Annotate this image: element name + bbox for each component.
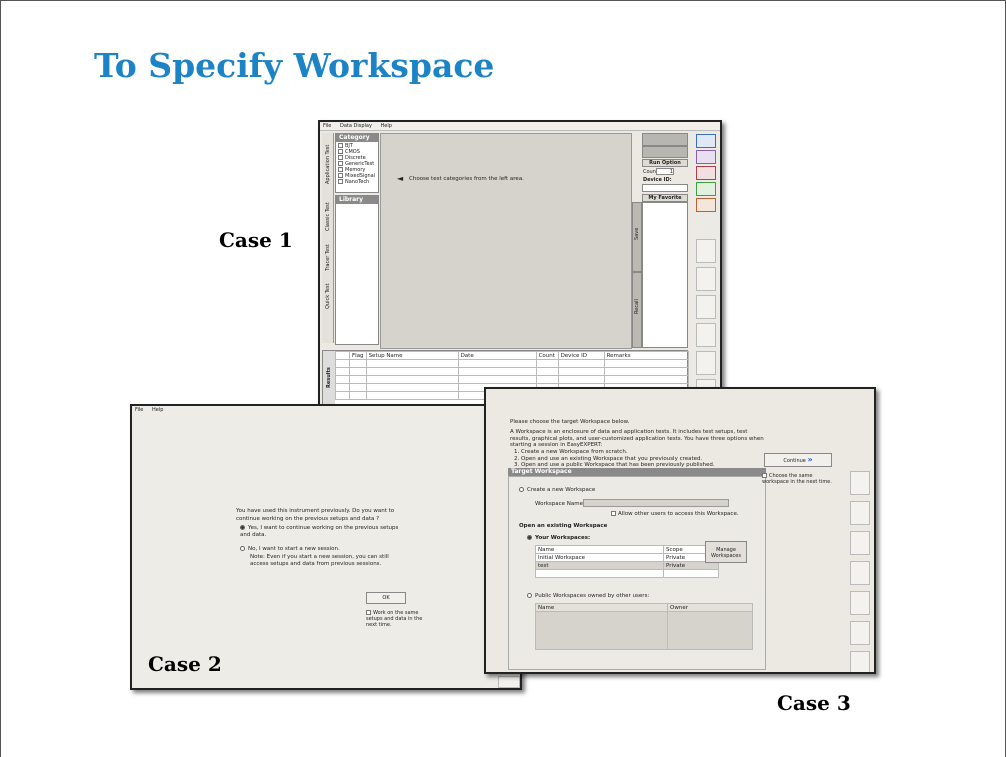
- tab-application-test[interactable]: Application Test: [325, 132, 331, 184]
- table-row[interactable]: test Private: [535, 561, 719, 570]
- remember-checkbox[interactable]: [366, 610, 371, 615]
- vertical-tab-strip: Application Test Classic Test Tracer Tes…: [322, 133, 334, 343]
- option-no[interactable]: No, I want to start a new session.: [240, 546, 410, 553]
- case2-label: Case 2: [148, 652, 222, 676]
- side-button-column: [850, 471, 874, 672]
- run-button[interactable]: [642, 133, 688, 146]
- create-new-option[interactable]: Create a new Workspace: [519, 487, 595, 493]
- workspace-name-field[interactable]: [583, 499, 729, 507]
- side-button-1[interactable]: [850, 471, 870, 495]
- side-button-4[interactable]: [850, 561, 870, 585]
- target-workspace-header: Target Workspace: [508, 468, 766, 476]
- favorites-list[interactable]: [642, 202, 688, 348]
- ws-name-label: Workspace Name:: [535, 501, 585, 507]
- category-item[interactable]: NanoTech: [338, 179, 376, 185]
- slide-title: To Specify Workspace: [94, 46, 495, 85]
- arrow-icon: ◄: [397, 174, 404, 183]
- menu-file[interactable]: File: [135, 407, 143, 413]
- table-header-row: Name Owner: [535, 603, 753, 612]
- open-existing-label: Open an existing Workspace: [519, 523, 608, 529]
- side-button-column: [692, 133, 720, 409]
- radio-yes[interactable]: [240, 525, 245, 530]
- save-tab[interactable]: Save: [632, 202, 642, 272]
- menu-help[interactable]: Help: [381, 123, 392, 129]
- category-header[interactable]: Category: [336, 134, 378, 142]
- case1-label: Case 1: [219, 228, 293, 252]
- radio-no[interactable]: [240, 546, 245, 551]
- side-button-5[interactable]: [850, 591, 870, 615]
- intro-title: Please choose the target Workspace below…: [510, 419, 630, 425]
- recall-tab[interactable]: Recall: [632, 272, 642, 348]
- your-workspaces-option[interactable]: Your Workspaces:: [527, 535, 590, 541]
- category-panel: Category BJT CMOS Discrete GenericTest M…: [335, 133, 379, 193]
- case2-window: File Help You have used this instrument …: [130, 404, 522, 690]
- note-text: Note: Even if you start a new session, y…: [250, 554, 389, 567]
- tab-quick-test[interactable]: Quick Test: [325, 263, 331, 309]
- menu-bar: File Data Display Help: [320, 122, 720, 131]
- library-header[interactable]: Library: [336, 196, 378, 204]
- case3-label: Case 3: [777, 691, 851, 715]
- side-button-2[interactable]: [850, 501, 870, 525]
- menu-file[interactable]: File: [323, 123, 331, 129]
- table-row[interactable]: Initial Workspace Private: [535, 553, 719, 562]
- side-button-8[interactable]: [696, 323, 716, 347]
- main-area: ◄ Choose test categories from the left a…: [380, 133, 632, 349]
- side-button-5[interactable]: [696, 239, 716, 263]
- side-button-7[interactable]: [850, 651, 870, 672]
- remember-checkbox[interactable]: [762, 473, 767, 478]
- side-button-3[interactable]: [850, 531, 870, 555]
- your-workspaces-table: Name Scope Initial Workspace Private test P…: [535, 545, 719, 578]
- manage-workspaces-button[interactable]: Manage Workspaces: [705, 541, 747, 563]
- question-text: You have used this instrument previously…: [236, 508, 395, 522]
- intro-text: A Workspace is an enclosure of data and …: [510, 429, 764, 448]
- option-yes[interactable]: Yes, I want to continue working on the p…: [240, 525, 410, 539]
- results-tab[interactable]: Results: [323, 351, 335, 406]
- grid-header-row: Flag Setup Name Date Count Device ID Rem…: [335, 351, 690, 360]
- case1-window: File Data Display Help Application Test …: [318, 120, 722, 416]
- side-button-2[interactable]: [696, 150, 716, 164]
- side-button-1[interactable]: [696, 134, 716, 148]
- case3-window: Please choose the target Workspace below…: [484, 387, 876, 674]
- menu-data-display[interactable]: Data Display: [340, 123, 372, 129]
- power-button[interactable]: [696, 198, 716, 212]
- double-arrow-icon: »: [807, 455, 813, 464]
- hint-text: Choose test categories from the left are…: [409, 176, 524, 182]
- count-field[interactable]: 1: [656, 168, 674, 175]
- bottom-right-button[interactable]: [498, 676, 520, 688]
- allow-others-option[interactable]: Allow other users to access this Workspa…: [611, 511, 739, 517]
- ok-button[interactable]: OK: [366, 592, 406, 604]
- side-button-4[interactable]: [696, 182, 716, 196]
- side-button-3[interactable]: [696, 166, 716, 180]
- option-list: 1. Create a new Workspace from scratch. …: [514, 449, 715, 468]
- continue-button[interactable]: Continue »: [764, 453, 832, 467]
- device-id-field[interactable]: [642, 184, 688, 192]
- side-button-9[interactable]: [696, 351, 716, 375]
- category-list: BJT CMOS Discrete GenericTest Memory Mix…: [336, 142, 378, 186]
- menu-help[interactable]: Help: [152, 407, 163, 413]
- table-header-row: Name Scope: [535, 545, 719, 554]
- stop-button[interactable]: [642, 146, 688, 158]
- remember-option[interactable]: Choose the same workspace in the next ti…: [762, 473, 838, 485]
- run-option-button[interactable]: Run Option: [642, 159, 688, 167]
- side-button-6[interactable]: [850, 621, 870, 645]
- favorite-setups-header[interactable]: My Favorite Setups: [642, 194, 688, 208]
- library-panel: Library: [335, 195, 379, 345]
- public-workspaces-option[interactable]: Public Workspaces owned by other users:: [527, 593, 649, 599]
- side-button-7[interactable]: [696, 295, 716, 319]
- remember-option[interactable]: Work on the same setups and data in the …: [366, 610, 430, 628]
- side-button-6[interactable]: [696, 267, 716, 291]
- target-workspace-panel: Create a new Workspace Workspace Name: A…: [508, 476, 766, 670]
- menu-bar: File Help: [132, 406, 520, 415]
- public-workspaces-table: Name Owner: [535, 603, 753, 650]
- device-id-label: Device ID:: [643, 177, 672, 183]
